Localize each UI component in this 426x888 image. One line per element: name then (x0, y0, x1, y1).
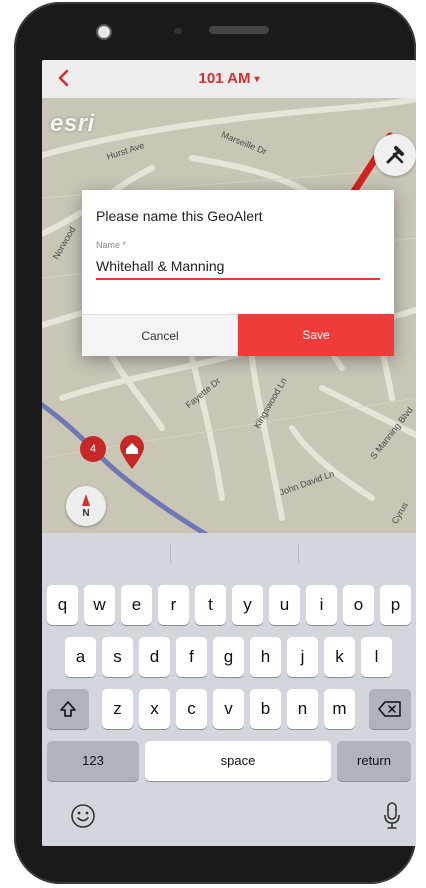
key-y[interactable]: y (232, 585, 263, 625)
key-r[interactable]: r (158, 585, 189, 625)
proximity-sensor (174, 28, 182, 34)
key-i[interactable]: i (306, 585, 337, 625)
key-c[interactable]: c (176, 689, 207, 729)
compass-label: N (82, 508, 90, 519)
name-input[interactable] (96, 254, 380, 280)
key-z[interactable]: z (102, 689, 133, 729)
key-q[interactable]: q (47, 585, 78, 625)
emoji-icon (71, 804, 95, 828)
keyboard-bottom-bar (42, 795, 416, 846)
key-t[interactable]: t (195, 585, 226, 625)
backspace-icon (378, 701, 401, 717)
suggestion-divider (170, 543, 171, 563)
wrench-hammer-icon (386, 146, 404, 164)
key-h[interactable]: h (250, 637, 281, 677)
emoji-button[interactable] (70, 803, 96, 829)
phone-frame: 101 AM ▾ esri Hurst Ave Marseille Dr Nor… (14, 2, 416, 884)
home-pin-icon[interactable] (118, 434, 146, 470)
key-k[interactable]: k (324, 637, 355, 677)
north-arrow-icon (82, 494, 90, 506)
key-g[interactable]: g (213, 637, 244, 677)
time-selector[interactable]: 101 AM ▾ (42, 70, 416, 87)
key-o[interactable]: o (343, 585, 374, 625)
dialog-title: Please name this GeoAlert (96, 208, 263, 224)
top-nav-bar: 101 AM ▾ (42, 60, 416, 99)
key-j[interactable]: j (287, 637, 318, 677)
backspace-key[interactable] (369, 689, 411, 729)
key-v[interactable]: v (213, 689, 244, 729)
esri-logo: esri (50, 110, 95, 137)
save-button[interactable]: Save (238, 314, 394, 356)
key-x[interactable]: x (139, 689, 170, 729)
nav-title-text: 101 AM (198, 70, 251, 87)
numbers-key[interactable]: 123 (47, 741, 139, 781)
shift-key[interactable] (47, 689, 89, 729)
name-field-label: Name * (96, 240, 127, 250)
key-e[interactable]: e (121, 585, 152, 625)
key-w[interactable]: w (84, 585, 115, 625)
key-d[interactable]: d (139, 637, 170, 677)
key-l[interactable]: l (361, 637, 392, 677)
name-geoalert-dialog: Please name this GeoAlert Name * Cancel … (82, 190, 394, 356)
key-m[interactable]: m (324, 689, 355, 729)
suggestion-divider (298, 543, 299, 563)
microphone-icon (384, 802, 400, 829)
cancel-button[interactable]: Cancel (82, 314, 238, 356)
on-screen-keyboard: q w e r t y u i o p a s d f g h j k l z … (42, 533, 416, 846)
key-n[interactable]: n (287, 689, 318, 729)
key-p[interactable]: p (380, 585, 411, 625)
tools-button[interactable] (374, 134, 416, 176)
return-key[interactable]: return (337, 741, 411, 781)
suggestion-bar (42, 533, 416, 573)
key-a[interactable]: a (65, 637, 96, 677)
key-b[interactable]: b (250, 689, 281, 729)
key-s[interactable]: s (102, 637, 133, 677)
caret-down-icon: ▾ (254, 73, 260, 85)
key-f[interactable]: f (176, 637, 207, 677)
shift-arrow-icon (60, 701, 76, 717)
front-camera (96, 24, 112, 40)
compass-button[interactable]: N (66, 486, 106, 526)
microphone-button[interactable] (382, 801, 402, 831)
key-u[interactable]: u (269, 585, 300, 625)
alert-cluster-badge[interactable]: 4 (80, 436, 106, 462)
app-screen: 101 AM ▾ esri Hurst Ave Marseille Dr Nor… (42, 60, 416, 846)
earpiece-speaker (209, 26, 269, 34)
space-key[interactable]: space (145, 741, 331, 781)
